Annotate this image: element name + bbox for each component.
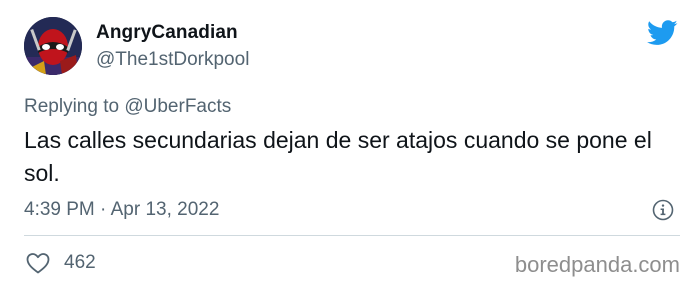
info-icon[interactable] — [652, 199, 674, 221]
display-name[interactable]: AngryCanadian — [96, 22, 238, 44]
tweet-text: Las calles secundarias dejan de ser ataj… — [24, 127, 652, 186]
like-count: 462 — [64, 252, 96, 273]
reply-prefix: Replying to — [24, 96, 120, 117]
deadpool-avatar-icon — [24, 17, 82, 75]
avatar[interactable] — [24, 17, 82, 75]
twitter-bird-icon[interactable] — [647, 20, 678, 46]
divider — [24, 235, 680, 236]
watermark: boredpanda.com — [514, 252, 680, 277]
reply-context: Replying to @UberFacts — [24, 96, 231, 118]
tweet-timestamp[interactable]: 4:39 PM · Apr 13, 2022 — [24, 199, 219, 221]
heart-icon[interactable] — [26, 252, 50, 274]
tweet-card: AngryCanadian @The1stDorkpool Replying t… — [0, 0, 700, 288]
user-handle[interactable]: @The1stDorkpool — [96, 49, 249, 71]
reply-mention-link[interactable]: @UberFacts — [124, 96, 231, 117]
